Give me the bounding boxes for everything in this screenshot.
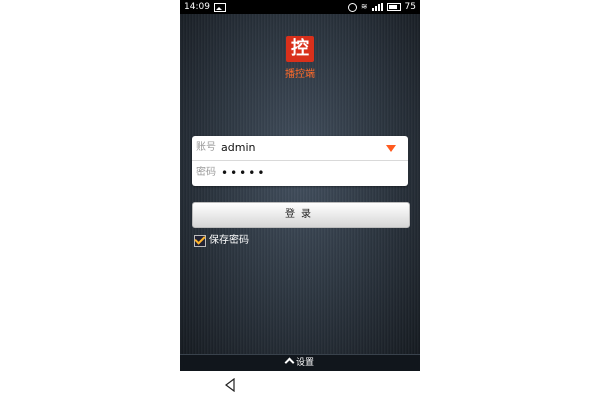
app-name: 播控端 xyxy=(285,69,315,80)
remember-password[interactable]: 保存密码 xyxy=(194,234,249,248)
app-logo-icon: 控 xyxy=(286,36,314,62)
password-label: 密码 xyxy=(196,167,216,178)
password-field[interactable]: 密码 ••••• xyxy=(192,161,408,185)
account-dropdown-icon[interactable] xyxy=(386,145,396,152)
signal-icon xyxy=(371,3,383,11)
account-field[interactable]: 账号 admin xyxy=(192,136,408,161)
back-icon[interactable] xyxy=(224,378,236,392)
phone-screen: 14:09 ≋ 75 控 播控端 账号 admin 密码 ••••• 登录 保存… xyxy=(180,0,420,400)
remember-password-checkbox[interactable] xyxy=(194,235,206,247)
chevron-up-icon xyxy=(284,357,295,368)
login-screen: 控 播控端 账号 admin 密码 ••••• 登录 保存密码 xyxy=(180,14,420,354)
remember-password-label: 保存密码 xyxy=(209,235,249,246)
login-form: 账号 admin 密码 ••••• xyxy=(192,136,408,186)
battery-level: 75 xyxy=(404,2,416,12)
account-input[interactable]: admin xyxy=(221,136,255,160)
settings-label: 设置 xyxy=(295,358,314,368)
password-input[interactable]: ••••• xyxy=(221,161,266,185)
alarm-icon xyxy=(347,2,357,12)
battery-icon xyxy=(386,3,401,11)
settings-bar[interactable]: 设置 xyxy=(180,354,420,371)
navigation-bar xyxy=(180,371,420,400)
account-label: 账号 xyxy=(196,142,216,153)
picture-icon xyxy=(213,2,226,12)
status-bar: 14:09 ≋ 75 xyxy=(180,0,420,14)
wifi-icon: ≋ xyxy=(360,2,368,11)
login-button[interactable]: 登录 xyxy=(192,202,410,228)
status-time: 14:09 xyxy=(184,2,210,12)
